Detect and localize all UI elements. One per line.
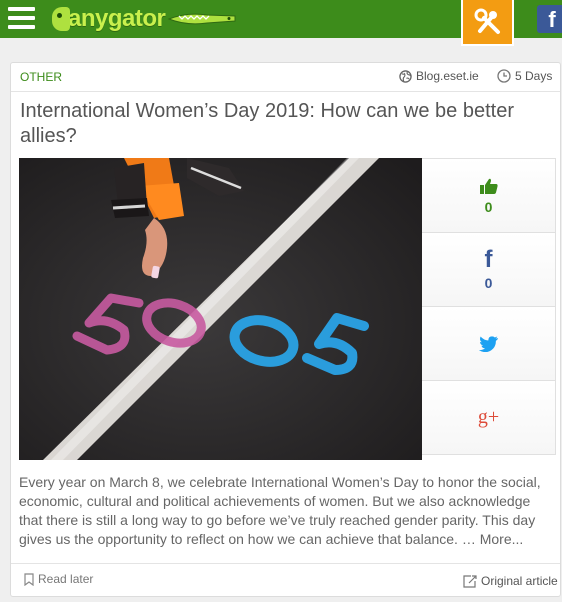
- read-later-button[interactable]: Read later: [24, 572, 93, 586]
- source-link[interactable]: Blog.eset.ie: [399, 69, 479, 83]
- logo-text: anygator: [68, 5, 166, 32]
- article-image[interactable]: [19, 158, 422, 460]
- top-bar: anygator f: [0, 0, 562, 46]
- card-footer: Read later Original article: [11, 563, 560, 598]
- thumbs-up-icon: [479, 178, 498, 194]
- article-excerpt: Every year on March 8, we celebrate Inte…: [19, 473, 549, 549]
- article-age: 5 Days: [497, 69, 552, 83]
- globe-icon: [399, 69, 412, 83]
- article-meta: OTHER Blog.eset.ie 5 Days: [11, 63, 560, 92]
- clock-icon: [497, 69, 511, 83]
- read-later-label: Read later: [38, 572, 94, 586]
- gator-head-graphic: [52, 7, 70, 31]
- gator-jaw-graphic: [167, 13, 236, 25]
- article-card: OTHER Blog.eset.ie 5 Days International …: [10, 62, 561, 597]
- external-link-icon: [463, 574, 477, 588]
- twitter-icon: [478, 335, 498, 352]
- category-label[interactable]: OTHER: [20, 70, 62, 84]
- google-plus-icon: g+: [477, 406, 500, 428]
- facebook-share-count: 0: [484, 274, 493, 291]
- like-button[interactable]: 0: [422, 158, 556, 233]
- excerpt-text: Every year on March 8, we celebrate Inte…: [19, 474, 541, 547]
- article-title[interactable]: International Women’s Day 2019: How can …: [20, 99, 540, 149]
- anygator-logo[interactable]: anygator: [52, 2, 237, 36]
- source-name: Blog.eset.ie: [416, 69, 479, 83]
- tools-icon: [474, 8, 500, 34]
- more-link[interactable]: More...: [480, 531, 524, 547]
- bookmark-icon: [24, 572, 34, 586]
- chalk-road-illustration: [19, 158, 422, 460]
- facebook-icon: f: [484, 245, 493, 273]
- facebook-icon: f: [548, 7, 556, 32]
- facebook-share-button[interactable]: f 0: [422, 232, 556, 307]
- original-article-link[interactable]: Original article: [463, 574, 558, 588]
- like-count: 0: [484, 198, 493, 215]
- share-panel: 0 f 0 g+: [422, 158, 556, 460]
- twitter-share-button[interactable]: [422, 306, 556, 381]
- tools-button[interactable]: [461, 0, 514, 46]
- original-article-label: Original article: [481, 574, 558, 588]
- age-text: 5 Days: [515, 69, 553, 83]
- google-plus-share-button[interactable]: g+: [422, 380, 556, 455]
- facebook-header-button[interactable]: f: [537, 5, 562, 33]
- menu-icon[interactable]: [8, 7, 35, 31]
